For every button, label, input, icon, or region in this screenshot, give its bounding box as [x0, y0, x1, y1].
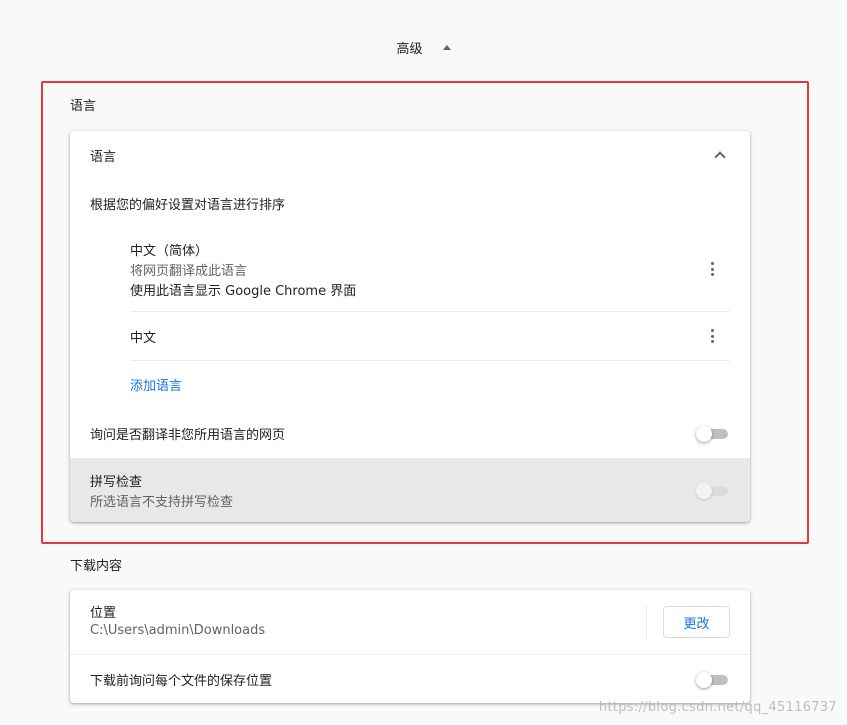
order-hint: 根据您的偏好设置对语言进行排序: [90, 198, 286, 213]
vertical-separator: [646, 606, 647, 640]
change-location-button[interactable]: 更改: [663, 606, 730, 638]
language-card: 语言 根据您的偏好设置对语言进行排序 中文（简体） 将网页翻译成此语言 使用此语…: [70, 131, 750, 522]
more-vert-icon[interactable]: [710, 329, 714, 343]
advanced-toggle[interactable]: 高级: [0, 36, 847, 58]
more-vert-icon[interactable]: [710, 262, 714, 276]
language-translate-note: 将网页翻译成此语言: [130, 264, 248, 279]
advanced-label: 高级: [396, 41, 423, 57]
location-path: C:\Users\admin\Downloads: [90, 623, 266, 638]
language-item-zh-cn: 中文（简体） 将网页翻译成此语言 使用此语言显示 Google Chrome 界…: [70, 231, 750, 311]
offer-translate-row[interactable]: 询问是否翻译非您所用语言的网页: [70, 409, 750, 457]
watermark: https://blog.csdn.net/qq_45116737: [598, 700, 837, 715]
spellcheck-row: 拼写检查 所选语言不支持拼写检查: [70, 458, 750, 522]
chevron-up-icon[interactable]: [714, 151, 726, 163]
ask-where-row[interactable]: 下载前询问每个文件的保存位置: [70, 655, 750, 703]
add-language-link[interactable]: 添加语言: [130, 375, 182, 394]
spellcheck-toggle: [696, 480, 728, 500]
language-ui-note: 使用此语言显示 Google Chrome 界面: [130, 284, 357, 299]
downloads-section-title: 下载内容: [70, 559, 123, 574]
spellcheck-title: 拼写检查: [90, 475, 143, 490]
ask-where-toggle[interactable]: [696, 669, 728, 689]
downloads-card: 位置 C:\Users\admin\Downloads 更改 下载前询问每个文件…: [70, 590, 750, 703]
download-location-row: 位置 C:\Users\admin\Downloads 更改: [70, 590, 750, 654]
language-section-title: 语言: [70, 99, 97, 114]
language-expand-row[interactable]: 语言: [70, 131, 750, 179]
ask-where-label: 下载前询问每个文件的保存位置: [90, 674, 273, 689]
spellcheck-subtitle: 所选语言不支持拼写检查: [90, 495, 234, 510]
offer-translate-toggle[interactable]: [696, 423, 728, 443]
divider: [130, 360, 730, 361]
location-label: 位置: [90, 606, 117, 621]
language-name: 中文（简体）: [130, 244, 209, 259]
language-name: 中文: [130, 331, 157, 346]
offer-translate-label: 询问是否翻译非您所用语言的网页: [90, 428, 286, 443]
language-header: 语言: [90, 150, 117, 165]
language-item-zh: 中文: [70, 312, 750, 360]
caret-up-icon: [442, 44, 451, 50]
